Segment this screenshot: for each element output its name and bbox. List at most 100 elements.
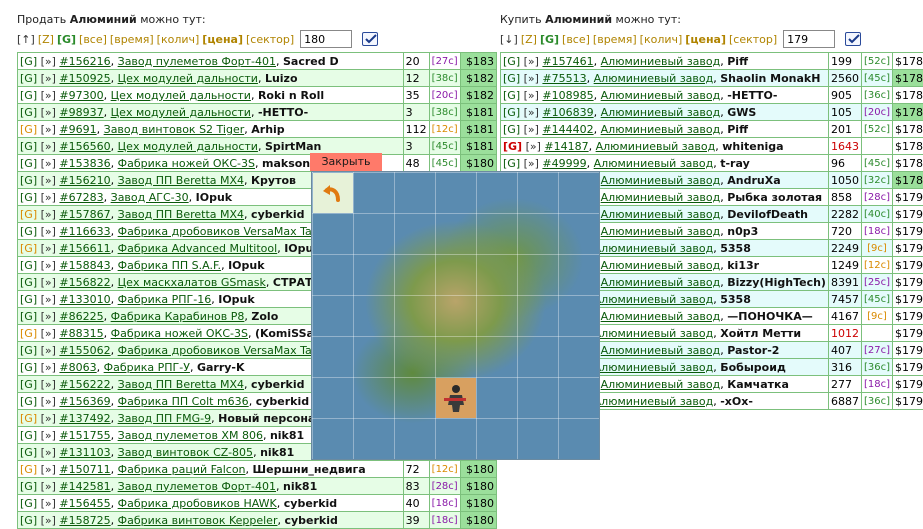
facility-link[interactable]: Фабрика дробовиков VersaMax Tact [118,225,323,238]
filter-time[interactable]: [время] [110,33,154,46]
go-arrow-icon[interactable]: [»] [37,446,59,459]
go-arrow-icon[interactable]: [»] [520,55,542,68]
guild-link[interactable]: [G] [20,208,37,221]
object-id-link[interactable]: #131103 [59,446,110,459]
sort-direction-filter[interactable]: [↑] [17,33,35,46]
facility-link[interactable]: Алюминиевый завод [601,123,721,136]
owner-name[interactable]: Garry-K [197,361,245,374]
object-id-link[interactable]: #156210 [59,174,110,187]
facility-link[interactable]: Фабрика раций Falcon [118,463,246,476]
guild-link[interactable]: [G] [20,174,37,187]
owner-name[interactable]: Arhip [251,123,284,136]
facility-link[interactable]: Алюминиевый завод [594,293,714,306]
owner-name[interactable]: Бобыроид [720,361,786,374]
go-arrow-icon[interactable]: [»] [37,208,59,221]
object-id-link[interactable]: #98937 [59,106,103,119]
owner-name[interactable]: -xOx- [720,395,753,408]
guild-link[interactable]: [G] [20,106,37,119]
guild-link[interactable]: [G] [20,293,37,306]
object-id-link[interactable]: #137492 [59,412,110,425]
go-arrow-icon[interactable]: [»] [37,361,59,374]
go-arrow-icon[interactable]: [»] [520,72,542,85]
facility-link[interactable]: Завод пулеметов Форт-401 [118,480,276,493]
facility-link[interactable]: Фабрика Карабинов P8 [111,310,245,323]
go-arrow-icon[interactable]: [»] [522,140,544,153]
guild-link[interactable]: [G] [20,344,37,357]
owner-name[interactable]: Roki n Roll [258,89,324,102]
object-id-link[interactable]: #9691 [59,123,96,136]
guild-link[interactable]: [G] [20,276,37,289]
guild-link[interactable]: [G] [20,89,37,102]
owner-name[interactable]: Zolo [251,310,278,323]
soldier-icon[interactable] [436,378,476,418]
facility-link[interactable]: Фабрика винтовок Keppeler [118,514,278,527]
facility-link[interactable]: Алюминиевый завод [594,72,714,85]
object-id-link[interactable]: #156216 [59,55,110,68]
owner-name[interactable]: —ПОНОЧКА— [727,310,813,323]
owner-name[interactable]: Bizzy(HighTech) [727,276,826,289]
go-arrow-icon[interactable]: [»] [37,497,59,510]
go-arrow-icon[interactable]: [»] [37,429,59,442]
guild-link[interactable]: [G] [503,89,520,102]
object-id-link[interactable]: #106839 [542,106,593,119]
object-id-link[interactable]: #88315 [59,327,103,340]
facility-link[interactable]: Завод ПП Beretta MX4 [118,174,244,187]
filter-price[interactable]: [цена] [202,33,243,46]
owner-name[interactable]: AndruXa [727,174,780,187]
facility-link[interactable]: Фабрика ПП Colt m636 [118,395,249,408]
go-arrow-icon[interactable]: [»] [37,123,59,136]
facility-link[interactable]: Алюминиевый завод [594,157,714,170]
owner-name[interactable]: t-ray [720,157,750,170]
guild-link[interactable]: [G] [20,327,37,340]
go-arrow-icon[interactable]: [»] [37,242,59,255]
facility-link[interactable]: Алюминиевый завод [594,395,714,408]
owner-name[interactable]: cyberkid [284,497,337,510]
facility-link[interactable]: Алюминиевый завод [601,106,721,119]
guild-link[interactable]: [G] [20,395,37,408]
guild-link[interactable]: [G] [20,242,37,255]
owner-name[interactable]: Хойтл Метти [720,327,801,340]
go-arrow-icon[interactable]: [»] [37,174,59,187]
guild-link[interactable]: [G] [20,225,37,238]
object-id-link[interactable]: #86225 [59,310,103,323]
object-id-link[interactable]: #116633 [59,225,110,238]
owner-name[interactable]: cyberkid [284,514,337,527]
object-id-link[interactable]: #156822 [59,276,110,289]
object-id-link[interactable]: #144402 [542,123,593,136]
owner-name[interactable]: Sacred D [283,55,339,68]
owner-name[interactable]: Камчатка [727,378,789,391]
buy-price-input[interactable] [783,30,835,48]
owner-name[interactable]: cyberkid [251,378,304,391]
facility-link[interactable]: Завод ПП Beretta MX4 [118,208,244,221]
owner-name[interactable]: 5358 [720,242,751,255]
object-id-link[interactable]: #155062 [59,344,110,357]
facility-link[interactable]: Завод винтовок S2 Tiger [104,123,245,136]
facility-link[interactable]: Алюминиевый завод [594,242,714,255]
owner-name[interactable]: IOpuk [218,293,254,306]
facility-link[interactable]: Алюминиевый завод [596,140,716,153]
guild-link[interactable]: [G] [20,446,37,459]
facility-link[interactable]: Завод пулеметов XM 806 [118,429,263,442]
facility-link[interactable]: Фабрика ножей ОКС-3S [111,327,248,340]
owner-name[interactable]: Рыбка золотая [727,191,822,204]
facility-link[interactable]: Цех модулей дальности [118,72,258,85]
facility-link[interactable]: Алюминиевый завод [601,208,721,221]
guild-link[interactable]: [G] [20,463,37,476]
owner-name[interactable]: IOpuk [196,191,232,204]
object-id-link[interactable]: #67283 [59,191,103,204]
guild-link[interactable]: [G] [503,140,522,153]
facility-link[interactable]: Цех модулей дальности [111,106,251,119]
owner-name[interactable]: n0p3 [727,225,758,238]
go-arrow-icon[interactable]: [»] [37,89,59,102]
guild-link[interactable]: [G] [20,72,37,85]
object-id-link[interactable]: #157867 [59,208,110,221]
object-id-link[interactable]: #156369 [59,395,110,408]
filter-time[interactable]: [время] [593,33,637,46]
facility-link[interactable]: Завод ПП Beretta MX4 [118,378,244,391]
go-arrow-icon[interactable]: [»] [520,123,542,136]
sell-apply-checkbox[interactable] [362,32,378,46]
filter-z[interactable]: [Z] [521,33,537,46]
object-id-link[interactable]: #157461 [542,55,593,68]
go-arrow-icon[interactable]: [»] [520,106,542,119]
object-id-link[interactable]: #8063 [59,361,96,374]
